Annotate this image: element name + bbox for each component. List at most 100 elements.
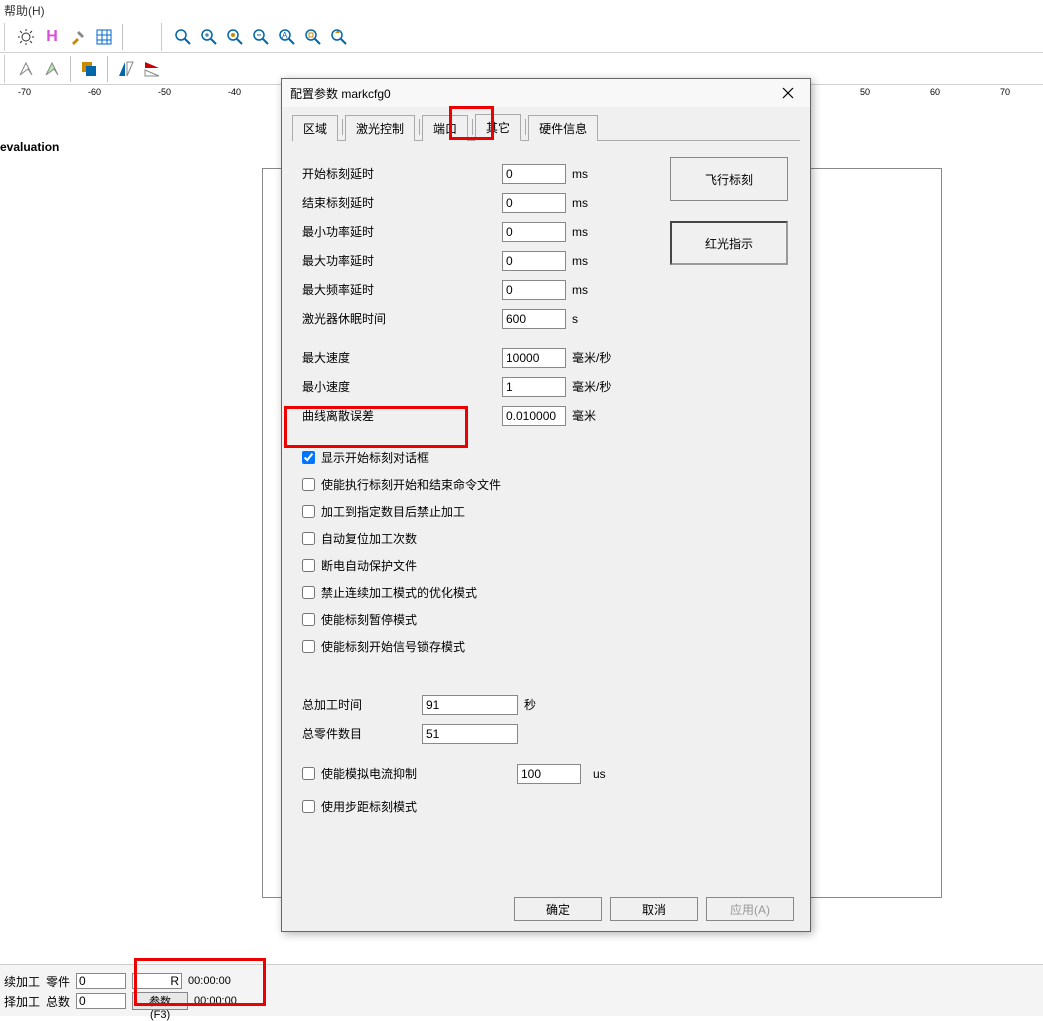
- curve-err-unit: 毫米: [572, 407, 596, 424]
- min-power-delay-label: 最小功率延时: [302, 223, 502, 240]
- analog-suppress-input[interactable]: [517, 764, 581, 784]
- total-label: 总数: [46, 993, 70, 1010]
- cb-latch[interactable]: [302, 640, 315, 653]
- total-time-input[interactable]: [422, 695, 518, 715]
- cb-stop-count[interactable]: [302, 505, 315, 518]
- cb-disable-opt[interactable]: [302, 586, 315, 599]
- tabs-row: 区域 激光控制 端口 其它 硬件信息: [282, 107, 810, 140]
- ok-button[interactable]: 确定: [514, 897, 602, 921]
- cb-pause[interactable]: [302, 613, 315, 626]
- end-delay-input[interactable]: [502, 193, 566, 213]
- table-icon[interactable]: [92, 25, 116, 49]
- total-parts-input[interactable]: [422, 724, 518, 744]
- config-dialog: 配置参数 markcfg0 区域 激光控制 端口 其它 硬件信息 飞行标刻 红光…: [281, 78, 811, 932]
- poly-icon[interactable]: [14, 57, 38, 81]
- r-input[interactable]: [132, 973, 182, 989]
- cb-auto-reset[interactable]: [302, 532, 315, 545]
- time1: 00:00:00: [188, 975, 231, 987]
- cb-analog-suppress[interactable]: [302, 767, 315, 780]
- tab-other[interactable]: 其它: [475, 114, 521, 141]
- dialog-body: 飞行标刻 红光指示 开始标刻延时 ms 结束标刻延时 ms 最小功率延时 ms …: [282, 141, 810, 913]
- cb-power-protect[interactable]: [302, 559, 315, 572]
- start-delay-label: 开始标刻延时: [302, 165, 502, 182]
- tools-icon[interactable]: [66, 25, 90, 49]
- max-power-delay-label: 最大功率延时: [302, 252, 502, 269]
- end-delay-label: 结束标刻延时: [302, 194, 502, 211]
- max-speed-label: 最大速度: [302, 349, 502, 366]
- zoom-fit-icon[interactable]: [171, 25, 195, 49]
- part-input[interactable]: [76, 973, 126, 989]
- zoom-q-icon[interactable]: [301, 25, 325, 49]
- part-label: 零件: [46, 973, 70, 990]
- dialog-titlebar: 配置参数 markcfg0: [282, 79, 810, 107]
- zoom-in-icon[interactable]: [197, 25, 221, 49]
- zoom-a-icon[interactable]: A: [275, 25, 299, 49]
- cb-step-mode-label: 使用步距标刻模式: [321, 798, 417, 815]
- tab-laser[interactable]: 激光控制: [345, 115, 415, 141]
- curve-err-input[interactable]: [502, 406, 566, 426]
- flip-h-icon[interactable]: [114, 57, 138, 81]
- sun-icon[interactable]: [14, 25, 38, 49]
- cb-stop-count-label: 加工到指定数目后禁止加工: [321, 503, 465, 520]
- total-input[interactable]: [76, 993, 126, 1009]
- min-speed-label: 最小速度: [302, 378, 502, 395]
- laser-sleep-unit: s: [572, 312, 578, 326]
- bottom-bar: 续加工 零件 00:00:00 择加工 总数 参数(F3) 00:00:00: [0, 964, 1043, 1016]
- max-speed-unit: 毫米/秒: [572, 349, 611, 366]
- zoom-out-icon[interactable]: [249, 25, 273, 49]
- max-freq-delay-input[interactable]: [502, 280, 566, 300]
- apply-button[interactable]: 应用(A): [706, 897, 794, 921]
- max-freq-delay-unit: ms: [572, 283, 588, 297]
- cb-show-start-dlg-label: 显示开始标刻对话框: [321, 449, 429, 466]
- cb-auto-reset-label: 自动复位加工次数: [321, 530, 417, 547]
- zoom-hand-icon[interactable]: [223, 25, 247, 49]
- max-freq-delay-label: 最大频率延时: [302, 281, 502, 298]
- cb-latch-label: 使能标刻开始信号锁存模式: [321, 638, 465, 655]
- continue-label: 续加工: [4, 973, 40, 990]
- start-delay-unit: ms: [572, 167, 588, 181]
- h-icon[interactable]: H: [40, 25, 64, 49]
- select-label: 择加工: [4, 993, 40, 1010]
- close-icon[interactable]: [774, 83, 802, 103]
- min-power-delay-unit: ms: [572, 225, 588, 239]
- cb-cmd-file-label: 使能执行标刻开始和结束命令文件: [321, 476, 501, 493]
- cb-analog-suppress-label: 使能模拟电流抑制: [321, 765, 511, 782]
- max-power-delay-unit: ms: [572, 254, 588, 268]
- min-speed-input[interactable]: [502, 377, 566, 397]
- laser-sleep-input[interactable]: [502, 309, 566, 329]
- evaluation-text: evaluation: [0, 140, 59, 154]
- total-time-unit: 秒: [524, 696, 536, 713]
- menu-help[interactable]: 帮助(H): [4, 4, 45, 18]
- dialog-buttons: 确定 取消 应用(A): [514, 897, 794, 921]
- max-power-delay-input[interactable]: [502, 251, 566, 271]
- tab-area[interactable]: 区域: [292, 115, 338, 141]
- svg-text:A: A: [282, 31, 288, 40]
- tab-port[interactable]: 端口: [422, 115, 468, 141]
- total-parts-label: 总零件数目: [302, 725, 422, 742]
- time2: 00:00:00: [194, 995, 237, 1007]
- layers-icon[interactable]: [77, 57, 101, 81]
- max-speed-input[interactable]: [502, 348, 566, 368]
- flip-v-icon[interactable]: [140, 57, 164, 81]
- poly-shade-icon[interactable]: [40, 57, 64, 81]
- analog-suppress-unit: us: [593, 767, 606, 781]
- param-button[interactable]: 参数(F3): [132, 992, 188, 1010]
- cb-disable-opt-label: 禁止连续加工模式的优化模式: [321, 584, 477, 601]
- cb-step-mode[interactable]: [302, 800, 315, 813]
- start-delay-input[interactable]: [502, 164, 566, 184]
- min-speed-unit: 毫米/秒: [572, 378, 611, 395]
- cb-pause-label: 使能标刻暂停模式: [321, 611, 417, 628]
- tab-hw[interactable]: 硬件信息: [528, 115, 598, 141]
- cb-show-start-dlg[interactable]: [302, 451, 315, 464]
- cb-cmd-file[interactable]: [302, 478, 315, 491]
- min-power-delay-input[interactable]: [502, 222, 566, 242]
- dialog-title: 配置参数 markcfg0: [290, 85, 774, 102]
- end-delay-unit: ms: [572, 196, 588, 210]
- fly-mark-button[interactable]: 飞行标刻: [670, 157, 788, 201]
- cancel-button[interactable]: 取消: [610, 897, 698, 921]
- cb-power-protect-label: 断电自动保护文件: [321, 557, 417, 574]
- curve-err-label: 曲线离散误差: [302, 407, 502, 424]
- laser-sleep-label: 激光器休眠时间: [302, 310, 502, 327]
- red-light-button[interactable]: 红光指示: [670, 221, 788, 265]
- zoom-3d-icon[interactable]: [327, 25, 351, 49]
